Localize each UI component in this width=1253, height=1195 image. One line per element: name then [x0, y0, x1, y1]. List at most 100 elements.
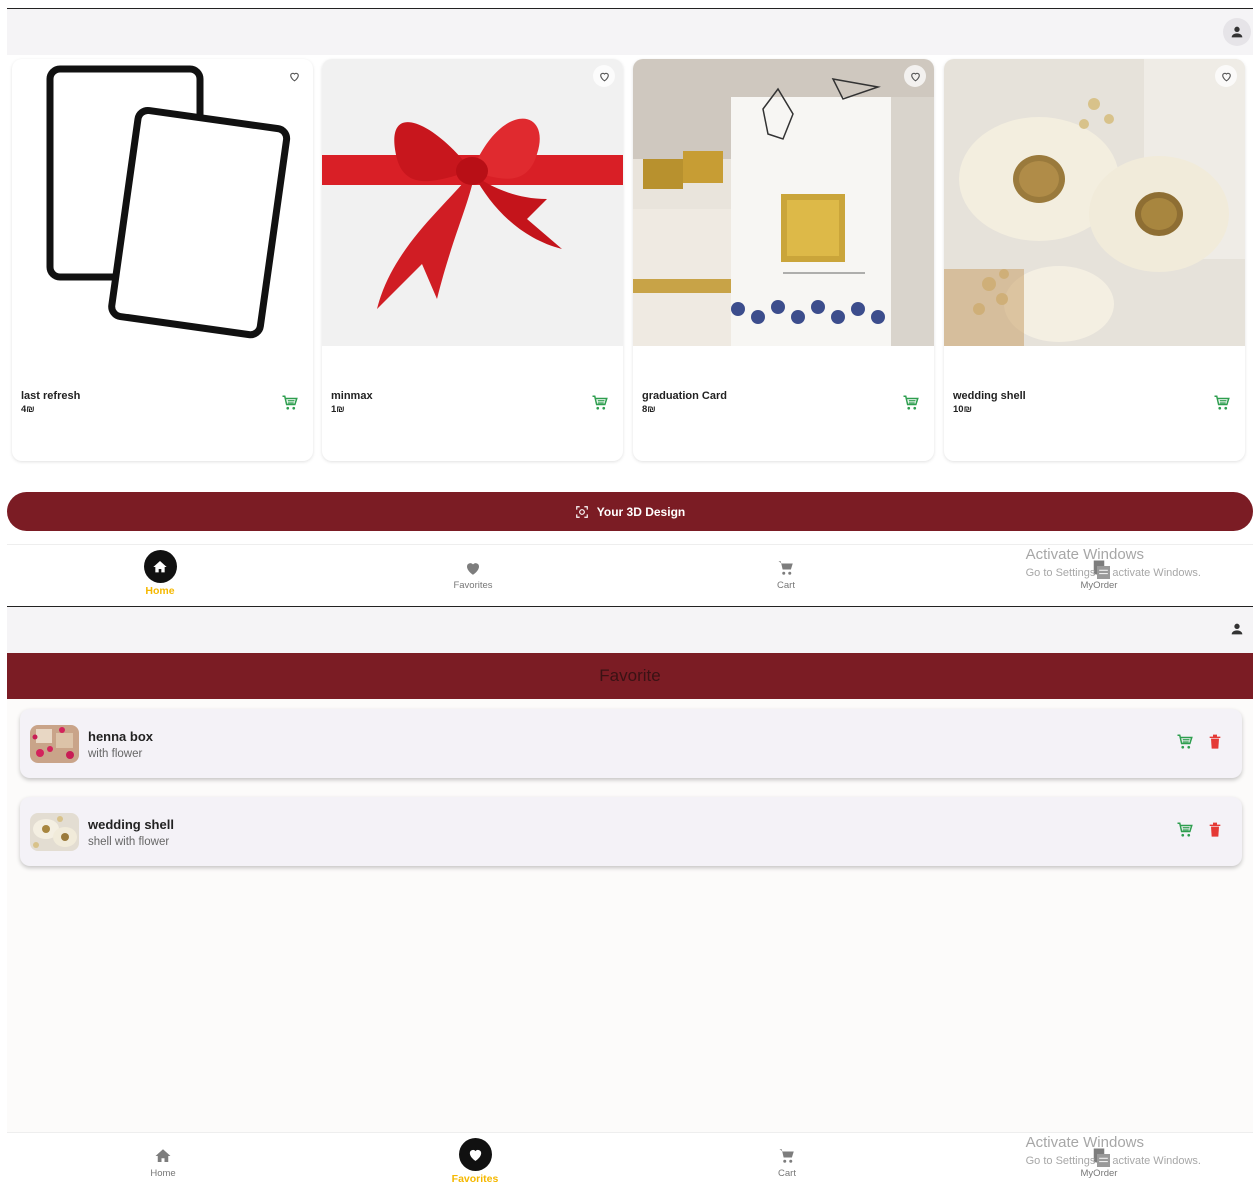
- favorite-subtitle: shell with flower: [88, 836, 170, 848]
- nav-myorder-label: MyOrder: [1080, 580, 1118, 591]
- your-3d-design-label: Your 3D Design: [596, 504, 686, 519]
- product-name: minmax: [331, 390, 373, 402]
- product-name: last refresh: [21, 390, 81, 402]
- cart-outline-icon: [1214, 395, 1230, 410]
- favorite-title: wedding shell: [88, 817, 174, 832]
- watermark-line-a: Go to Settings: [1025, 566, 1096, 579]
- product-card[interactable]: last refresh 4₪: [12, 59, 313, 461]
- favorite-list-item[interactable]: wedding shell shell with flower: [20, 797, 1242, 866]
- favorites-title: Favorite: [599, 666, 661, 685]
- person-icon: [1231, 623, 1243, 635]
- cards-outline-icon: [46, 65, 291, 339]
- nav-active-indicator: [458, 1138, 492, 1171]
- heart-icon: [467, 562, 479, 575]
- favorites-screen: Favorite henna box with flower wedding s…: [7, 606, 1253, 1194]
- nav-cart-label: Cart: [778, 1168, 796, 1179]
- delete-favorite-button[interactable]: [1208, 734, 1222, 755]
- favorite-toggle[interactable]: [593, 65, 615, 87]
- activate-windows-watermark: Activate Windows Go to Settings activate …: [1026, 1134, 1201, 1167]
- favorite-thumbnail: [30, 813, 79, 851]
- product-image: [322, 59, 623, 346]
- favorite-toggle[interactable]: [1215, 65, 1237, 87]
- nav-cart[interactable]: Cart: [686, 545, 886, 607]
- windows-flag-icon: [1097, 566, 1111, 579]
- nav-home[interactable]: Home: [63, 1133, 263, 1195]
- cart-outline-icon: [903, 395, 919, 410]
- heart-icon: [469, 1149, 481, 1161]
- favorite-list-item[interactable]: henna box with flower: [20, 709, 1242, 778]
- nav-favorites[interactable]: Favorites: [375, 1133, 575, 1195]
- cart-outline-icon: [592, 395, 608, 410]
- cart-outline-icon: [1177, 822, 1193, 837]
- delete-favorite-button[interactable]: [1208, 822, 1222, 843]
- product-price: 4₪: [21, 404, 35, 415]
- product-image: [944, 59, 1245, 346]
- profile-button[interactable]: [1223, 615, 1251, 643]
- view-3d-icon: [575, 505, 588, 518]
- heart-outline-icon: [289, 72, 299, 81]
- heart-outline-icon: [1221, 72, 1231, 81]
- product-price: 10₪: [953, 404, 972, 415]
- nav-home-label: Home: [145, 585, 175, 597]
- top-app-bar: [7, 607, 1253, 653]
- nav-active-indicator: [143, 550, 177, 583]
- product-card[interactable]: wedding shell 10₪: [944, 59, 1245, 461]
- product-image: [633, 59, 934, 346]
- favorites-header: Favorite: [7, 653, 1253, 699]
- add-to-cart-button[interactable]: [902, 394, 920, 417]
- cart-icon: [778, 560, 793, 575]
- red-ribbon-bow: [322, 118, 623, 309]
- product-price: 8₪: [642, 404, 656, 415]
- product-card[interactable]: graduation Card 8₪: [633, 59, 934, 461]
- windows-flag-icon: [1097, 1154, 1111, 1167]
- person-icon: [1231, 26, 1243, 38]
- nav-favorites-label: Favorites: [453, 580, 493, 591]
- product-grid: last refresh 4₪ minmax 1₪ graduation Car…: [12, 59, 1248, 461]
- nav-home[interactable]: Home: [60, 545, 260, 607]
- favorite-title: henna box: [88, 729, 154, 744]
- watermark-title: Activate Windows: [1025, 546, 1144, 563]
- your-3d-design-button[interactable]: Your 3D Design: [7, 492, 1253, 531]
- activate-windows-watermark: Activate Windows Go to Settings activate …: [1026, 546, 1201, 579]
- watermark-line-b: activate Windows.: [1112, 1154, 1201, 1167]
- profile-button[interactable]: [1223, 18, 1251, 46]
- henna-box-photo: [30, 725, 79, 763]
- watermark-line-a: Go to Settings: [1025, 1154, 1096, 1167]
- move-to-cart-button[interactable]: [1176, 733, 1194, 756]
- cart-icon: [779, 1148, 794, 1163]
- product-name: wedding shell: [953, 390, 1026, 402]
- home-icon: [155, 1148, 171, 1162]
- favorite-subtitle: with flower: [88, 748, 143, 760]
- move-to-cart-button[interactable]: [1176, 821, 1194, 844]
- cart-outline-icon: [282, 395, 298, 410]
- nav-favorites-label: Favorites: [451, 1173, 499, 1185]
- product-image: [12, 59, 313, 346]
- product-card[interactable]: minmax 1₪: [322, 59, 623, 461]
- favorite-thumbnail: [30, 725, 79, 763]
- watermark-line-b: activate Windows.: [1112, 566, 1201, 579]
- heart-outline-icon: [599, 72, 609, 81]
- add-to-cart-button[interactable]: [281, 394, 299, 417]
- trash-icon: [1209, 734, 1221, 749]
- nav-myorder-label: MyOrder: [1080, 1168, 1118, 1179]
- add-to-cart-button[interactable]: [1213, 394, 1231, 417]
- nav-favorites[interactable]: Favorites: [373, 545, 573, 607]
- graduation-card-photo: [633, 59, 934, 346]
- product-name: graduation Card: [642, 390, 727, 402]
- product-price: 1₪: [331, 404, 345, 415]
- top-app-bar: [7, 9, 1253, 55]
- wedding-shell-photo: [30, 813, 79, 851]
- home-icon: [153, 560, 167, 572]
- nav-home-label: Home: [150, 1168, 176, 1179]
- trash-icon: [1209, 822, 1221, 837]
- wedding-shell-photo: [944, 59, 1245, 346]
- nav-cart[interactable]: Cart: [687, 1133, 887, 1195]
- favorite-toggle[interactable]: [904, 65, 926, 87]
- favorite-toggle[interactable]: [283, 65, 305, 87]
- watermark-title: Activate Windows: [1025, 1134, 1144, 1151]
- add-to-cart-button[interactable]: [591, 394, 609, 417]
- bottom-navigation: Home Favorites Cart MyOrder Activate Win…: [7, 1132, 1253, 1194]
- nav-cart-label: Cart: [777, 580, 795, 591]
- cart-outline-icon: [1177, 734, 1193, 749]
- bottom-navigation: Home Favorites Cart MyOrder Activate Win…: [7, 544, 1253, 606]
